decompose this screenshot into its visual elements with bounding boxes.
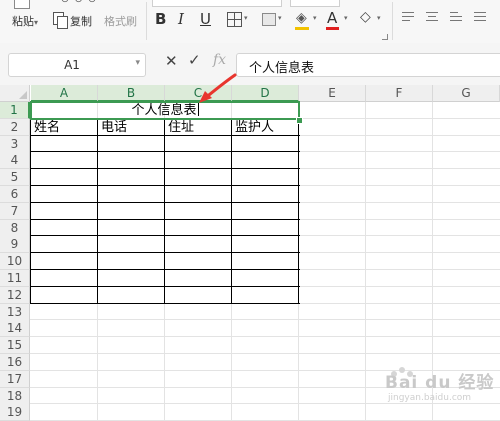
table-border-horizontal [30, 269, 300, 270]
table-border-horizontal [30, 285, 300, 287]
font-size-select[interactable] [290, 0, 340, 7]
align-top-icon[interactable] [402, 12, 414, 24]
confirm-icon[interactable]: ✓ [188, 51, 201, 69]
font-dialog-launcher-icon[interactable] [382, 34, 388, 40]
row-header-17[interactable]: 17 [0, 370, 30, 388]
clear-format-dropdown-icon[interactable]: ▾ [377, 14, 381, 22]
row-header-13[interactable]: 13 [0, 303, 30, 321]
toolbar-divider [146, 2, 147, 40]
select-all-corner[interactable] [0, 85, 30, 102]
format-painter-button[interactable]: 格式刷 [104, 13, 137, 29]
table-border-vertical [164, 118, 165, 304]
table-border-horizontal [30, 201, 300, 203]
cell-d2[interactable]: 监护人 [232, 119, 274, 136]
name-box-dropdown-icon[interactable]: ▾ [135, 58, 140, 68]
gridline-horizontal [30, 336, 500, 338]
fill-color-swatch [295, 27, 309, 30]
row-header-12[interactable]: 12 [0, 286, 30, 304]
row-header-18[interactable]: 18 [0, 387, 30, 405]
gridline-horizontal [30, 319, 500, 321]
table-border-vertical [298, 118, 299, 304]
row-header-15[interactable]: 15 [0, 337, 30, 355]
watermark-subtext: jingyan.baidu.com [388, 393, 472, 403]
row-header-7[interactable]: 7 [0, 202, 30, 220]
underline-button[interactable]: U [200, 10, 211, 28]
font-name-select[interactable] [152, 0, 282, 7]
borders-icon[interactable] [227, 12, 242, 27]
watermark-text: Bai du 经验 [385, 373, 495, 393]
formula-input[interactable]: 个人信息表 [236, 53, 500, 77]
font-color-dropdown-icon[interactable]: ▾ [344, 14, 348, 22]
table-border-vertical [231, 118, 232, 304]
formula-content: 个人信息表 [249, 61, 315, 76]
table-border-horizontal [30, 218, 300, 220]
quick-access-icons[interactable]: - ⊙ ⊙ ⊙ [52, 0, 97, 5]
font-color-swatch [326, 27, 339, 30]
selection-outline [30, 101, 300, 120]
cell-style-dropdown-icon[interactable]: ▾ [278, 14, 282, 22]
table-border-horizontal [30, 235, 300, 237]
column-header-d[interactable]: D [232, 85, 299, 102]
copy-button[interactable]: 复制 [70, 13, 92, 29]
paste-dropdown-icon[interactable]: ▾ [34, 18, 38, 27]
cancel-icon[interactable]: ✕ [165, 52, 178, 70]
cell-b2[interactable]: 电话 [98, 119, 127, 136]
row-header-1[interactable]: 1 [0, 102, 30, 119]
paste-icon[interactable] [14, 0, 30, 9]
row-header-2[interactable]: 2 [0, 118, 30, 136]
row-header-3[interactable]: 3 [0, 135, 30, 153]
table-border-horizontal [30, 185, 300, 186]
borders-dropdown-icon[interactable]: ▾ [244, 14, 248, 22]
cell-a2[interactable]: 姓名 [31, 119, 60, 136]
fill-color-icon[interactable]: ◈ [296, 10, 307, 26]
font-color-icon[interactable]: A [327, 9, 337, 27]
column-header-f[interactable]: F [366, 85, 433, 102]
table-border-vertical [30, 118, 31, 304]
gridline-vertical [365, 102, 366, 421]
align-bottom-icon[interactable] [450, 12, 462, 24]
column-header-e[interactable]: E [299, 85, 366, 102]
row-header-14[interactable]: 14 [0, 320, 30, 338]
insert-function-icon[interactable]: fx [213, 52, 226, 68]
table-border-horizontal [30, 302, 300, 304]
column-header-g[interactable]: G [433, 85, 500, 102]
copy-icon[interactable] [53, 12, 68, 29]
paste-label: 粘贴 [12, 15, 34, 28]
column-header-a[interactable]: A [31, 85, 98, 102]
ribbon-toolbar: - ⊙ ⊙ ⊙ 粘贴▾ 复制 格式刷 B I U ▾ ▾ ◈ ▾ A ▾ ◇ ▾ [0, 0, 500, 44]
row-header-8[interactable]: 8 [0, 219, 30, 237]
fill-handle[interactable] [296, 117, 303, 124]
row-header-5[interactable]: 5 [0, 169, 30, 187]
clear-format-icon[interactable]: ◇ [360, 9, 371, 25]
column-header-b[interactable]: B [98, 85, 165, 102]
gridline-horizontal [30, 353, 500, 354]
align-justify-icon[interactable] [474, 12, 486, 24]
annotation-arrow-icon [199, 73, 237, 103]
name-box[interactable]: A1 ▾ [8, 53, 146, 77]
bold-button[interactable]: B [155, 10, 166, 28]
name-box-value: A1 [64, 58, 80, 72]
row-header-4[interactable]: 4 [0, 152, 30, 170]
cell-style-icon[interactable] [262, 13, 276, 26]
fill-color-dropdown-icon[interactable]: ▾ [313, 14, 317, 22]
row-header-10[interactable]: 10 [0, 253, 30, 271]
cell-c2[interactable]: 住址 [165, 119, 194, 136]
table-border-vertical [97, 118, 98, 304]
row-header-11[interactable]: 11 [0, 270, 30, 287]
toolbar-divider [392, 2, 393, 40]
row-header-6[interactable]: 6 [0, 186, 30, 203]
paste-button[interactable]: 粘贴▾ [12, 13, 38, 29]
align-middle-icon[interactable] [426, 12, 438, 24]
italic-button[interactable]: I [178, 10, 184, 28]
row-header-9[interactable]: 9 [0, 236, 30, 254]
row-header-16[interactable]: 16 [0, 354, 30, 371]
table-border-horizontal [30, 168, 300, 170]
row-header-19[interactable]: 19 [0, 404, 30, 421]
table-border-horizontal [30, 252, 300, 254]
table-border-horizontal [30, 151, 300, 153]
